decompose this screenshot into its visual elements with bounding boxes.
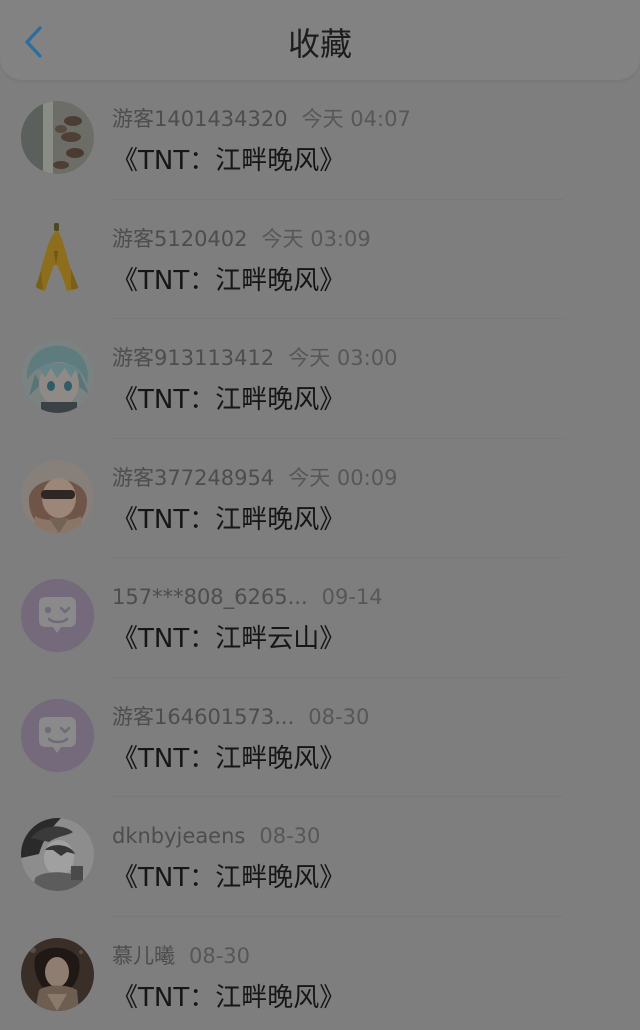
item-title: 《TNT：江畔晚风》	[112, 504, 346, 535]
list-item[interactable]: 157***808_6265... 09-14 《TNT：江畔云山》	[0, 558, 640, 678]
list-item[interactable]: 游客1401434320 今天 04:07 《TNT：江畔晚风》	[0, 80, 640, 200]
avatar[interactable]	[21, 937, 94, 1011]
avatar[interactable]	[21, 220, 94, 294]
item-title: 《TNT：江畔云山》	[112, 624, 346, 654]
avatar[interactable]	[21, 340, 94, 413]
timestamp: 今天 04:07	[301, 107, 411, 131]
item-meta: 157***808_6265... 09-14	[112, 582, 383, 612]
item-title: 《TNT：江畔晚风》	[112, 385, 346, 415]
photo-avatar-icon	[21, 101, 94, 174]
item-title: 《TNT：江畔晚风》	[112, 265, 346, 296]
timestamp: 今天 03:00	[288, 346, 398, 370]
banana-avatar-icon	[21, 220, 94, 294]
item-meta: dknbyjeaens 08-30	[112, 821, 320, 851]
item-meta: 游客5120402 今天 03:09	[112, 224, 371, 254]
username: 慕儿曦	[112, 943, 175, 968]
chat-bubble-icon	[21, 698, 94, 772]
avatar[interactable]	[21, 579, 94, 652]
username: 157***808_6265...	[112, 585, 308, 609]
item-title: 《TNT：江畔晚风》	[112, 982, 346, 1013]
list-item[interactable]: 游客164601573... 08-30 《TNT：江畔晚风》	[0, 678, 640, 797]
timestamp: 09-14	[321, 585, 383, 609]
list-item[interactable]: 游客377248954 今天 00:09 《TNT：江畔晚风》	[0, 439, 640, 558]
timestamp: 今天 03:09	[261, 226, 371, 251]
avatar[interactable]	[21, 101, 94, 174]
username: 游客377248954	[112, 465, 275, 490]
list-item[interactable]: 游客5120402 今天 03:09 《TNT：江畔晚风》	[0, 200, 640, 319]
item-title: 《TNT：江畔晚风》	[112, 146, 346, 176]
username: dknbyjeaens	[112, 824, 246, 848]
favorites-list: 游客1401434320 今天 04:07 《TNT：江畔晚风》 游客512040…	[0, 80, 640, 1030]
list-item[interactable]: 慕儿曦 08-30 《TNT：江畔晚风》	[0, 917, 640, 1030]
photo-avatar-icon	[21, 459, 94, 533]
avatar[interactable]	[21, 698, 94, 772]
username: 游客913113412	[112, 346, 275, 370]
item-meta: 慕儿曦 08-30	[112, 941, 250, 971]
list-item[interactable]: dknbyjeaens 08-30 《TNT：江畔晚风》	[0, 797, 640, 917]
photo-avatar-icon	[21, 818, 94, 891]
favorites-screen: 收藏 游客1401434320 今天 04:07 《TNT：江畔晚风》 游客51…	[0, 0, 640, 1030]
item-meta: 游客913113412 今天 03:00	[112, 343, 397, 373]
username: 游客164601573...	[112, 704, 295, 729]
item-title: 《TNT：江畔晚风》	[112, 743, 346, 774]
username: 游客1401434320	[112, 107, 288, 131]
username: 游客5120402	[112, 226, 248, 251]
item-title: 《TNT：江畔晚风》	[112, 863, 346, 893]
item-meta: 游客1401434320 今天 04:07	[112, 104, 411, 134]
item-meta: 游客164601573... 08-30	[112, 702, 369, 732]
item-meta: 游客377248954 今天 00:09	[112, 463, 397, 493]
avatar[interactable]	[21, 459, 94, 533]
timestamp: 今天 00:09	[288, 465, 398, 490]
anime-avatar-icon	[21, 340, 94, 413]
timestamp: 08-30	[189, 943, 251, 968]
page-title: 收藏	[287, 25, 352, 63]
chat-bubble-icon	[21, 579, 94, 652]
nav-bar: 收藏	[0, 0, 640, 80]
avatar[interactable]	[21, 818, 94, 891]
timestamp: 08-30	[259, 824, 321, 848]
list-item[interactable]: 游客913113412 今天 03:00 《TNT：江畔晚风》	[0, 319, 640, 439]
photo-avatar-icon	[21, 937, 94, 1011]
timestamp: 08-30	[308, 704, 370, 729]
